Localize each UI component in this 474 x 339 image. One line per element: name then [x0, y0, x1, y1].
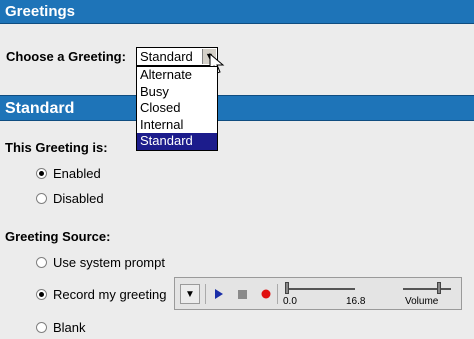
radio-button-icon[interactable]	[36, 192, 47, 204]
time-start: 0.0	[283, 296, 297, 307]
radio-system-prompt-label: Use system prompt	[53, 254, 165, 270]
radio-button-icon[interactable]	[36, 167, 47, 179]
greeting-select-value: Standard	[140, 49, 193, 64]
greetings-header: Greetings	[0, 0, 474, 24]
play-icon[interactable]	[212, 284, 226, 304]
greeting-source-label: Greeting Source:	[5, 229, 111, 244]
greeting-status-label: This Greeting is:	[5, 140, 108, 155]
record-icon[interactable]	[259, 284, 273, 304]
radio-button-icon[interactable]	[36, 321, 47, 333]
choose-greeting-label: Choose a Greeting:	[6, 49, 126, 64]
greeting-option-internal[interactable]: Internal	[137, 117, 217, 134]
radio-button-icon[interactable]	[36, 256, 47, 268]
greeting-option-busy[interactable]: Busy	[137, 84, 217, 101]
section-title: Standard	[0, 95, 474, 121]
radio-record-label: Record my greeting	[53, 286, 167, 302]
audio-player: ▼ 0.0 16.8 Volume	[174, 277, 462, 310]
divider	[277, 284, 278, 304]
position-slider-track[interactable]	[285, 288, 355, 290]
volume-slider-thumb[interactable]	[437, 282, 441, 294]
radio-enabled-label: Enabled	[53, 165, 101, 181]
greeting-option-alternate[interactable]: Alternate	[137, 67, 217, 84]
stop-icon[interactable]	[235, 284, 249, 304]
radio-blank[interactable]: Blank	[36, 319, 86, 335]
radio-enabled[interactable]: Enabled	[36, 165, 101, 181]
divider	[205, 284, 206, 304]
radio-use-system-prompt[interactable]: Use system prompt	[36, 254, 165, 270]
position-slider-thumb[interactable]	[285, 282, 289, 294]
greeting-option-standard[interactable]: Standard	[137, 133, 217, 150]
volume-slider-track[interactable]	[403, 288, 451, 290]
radio-blank-label: Blank	[53, 319, 86, 335]
radio-record-my-greeting[interactable]: Record my greeting	[36, 286, 166, 302]
greeting-dropdown-list: Alternate Busy Closed Internal Standard	[136, 66, 218, 151]
radio-button-icon[interactable]	[36, 288, 47, 300]
radio-disabled[interactable]: Disabled	[36, 190, 104, 206]
radio-disabled-label: Disabled	[53, 190, 104, 206]
greeting-option-closed[interactable]: Closed	[137, 100, 217, 117]
menu-arrow-icon[interactable]: ▼	[180, 284, 200, 304]
greeting-select[interactable]: Standard ▼	[136, 47, 218, 66]
volume-label: Volume	[405, 296, 439, 307]
time-end: 16.8	[346, 296, 366, 307]
